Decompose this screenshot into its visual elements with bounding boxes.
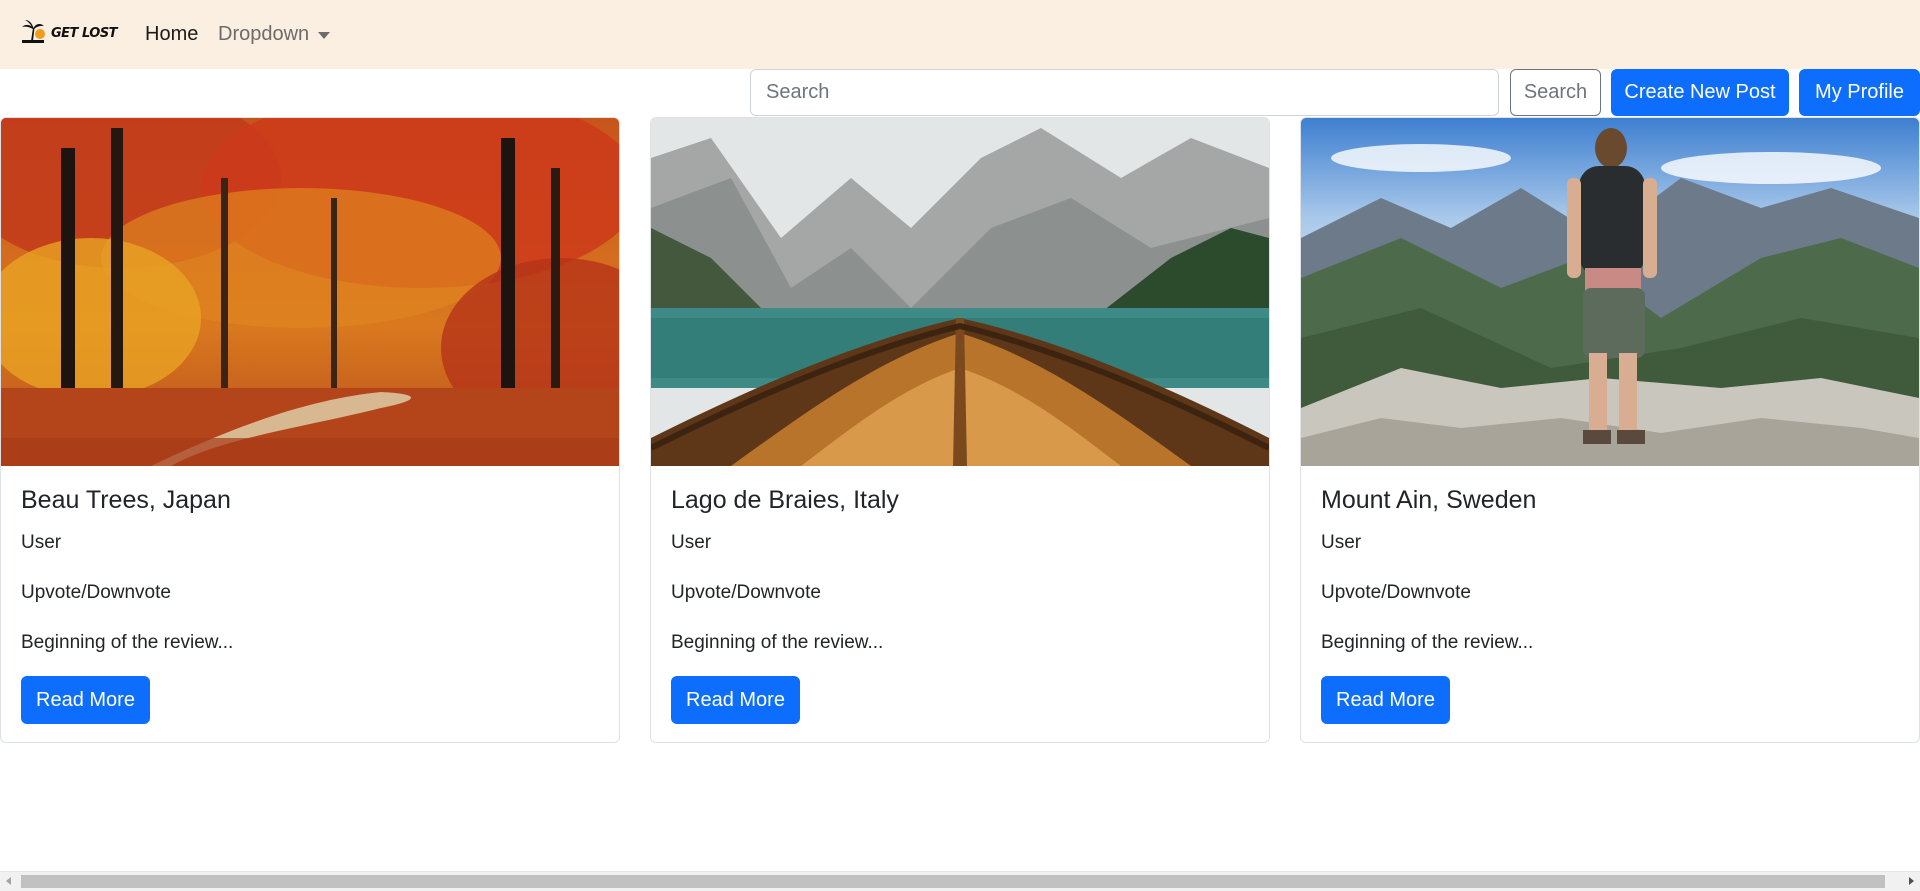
- card-review: Beginning of the review...: [1321, 632, 1534, 653]
- card-vote: Upvote/Downvote: [1321, 582, 1471, 603]
- horizontal-scrollbar[interactable]: [0, 871, 1920, 891]
- scrollbar-thumb[interactable]: [21, 875, 1885, 888]
- read-more-button[interactable]: Read More: [1321, 676, 1450, 724]
- create-new-post-button[interactable]: Create New Post: [1611, 69, 1789, 116]
- card-user: User: [671, 532, 712, 553]
- card-user: User: [1321, 532, 1362, 553]
- card-user: User: [21, 532, 62, 553]
- search-input[interactable]: [750, 69, 1499, 116]
- card-review: Beginning of the review...: [671, 632, 884, 653]
- caret-down-icon: [318, 31, 331, 39]
- card-vote: Upvote/Downvote: [21, 582, 171, 603]
- navbar: GET LOST Home Dropdown: [0, 0, 1920, 69]
- card-title: Mount Ain, Sweden: [1321, 486, 1537, 514]
- scroll-left-icon[interactable]: [6, 877, 11, 885]
- nav-dropdown-label: Dropdown: [218, 23, 310, 45]
- post-card: Lago de Braies, Italy User Upvote/Downvo…: [650, 117, 1270, 743]
- search-button[interactable]: Search: [1510, 69, 1601, 116]
- post-image-autumn-forest: [1, 118, 619, 466]
- post-image-hiker: [1301, 118, 1919, 466]
- nav-dropdown[interactable]: Dropdown: [218, 23, 331, 46]
- read-more-button[interactable]: Read More: [21, 676, 150, 724]
- palm-tree-icon: [20, 18, 46, 49]
- post-card: Beau Trees, Japan User Upvote/Downvote B…: [0, 117, 620, 743]
- read-more-button[interactable]: Read More: [671, 676, 800, 724]
- post-card: Mount Ain, Sweden User Upvote/Downvote B…: [1300, 117, 1920, 743]
- my-profile-button[interactable]: My Profile: [1799, 69, 1920, 116]
- nav-home[interactable]: Home: [145, 23, 198, 46]
- post-image-mountain-lake: [651, 118, 1269, 466]
- card-title: Lago de Braies, Italy: [671, 486, 899, 514]
- scroll-right-icon[interactable]: [1909, 877, 1914, 885]
- card-vote: Upvote/Downvote: [671, 582, 821, 603]
- card-review: Beginning of the review...: [21, 632, 234, 653]
- brand-name: GET LOST: [51, 26, 118, 41]
- card-title: Beau Trees, Japan: [21, 486, 231, 514]
- brand-logo[interactable]: GET LOST: [20, 18, 118, 49]
